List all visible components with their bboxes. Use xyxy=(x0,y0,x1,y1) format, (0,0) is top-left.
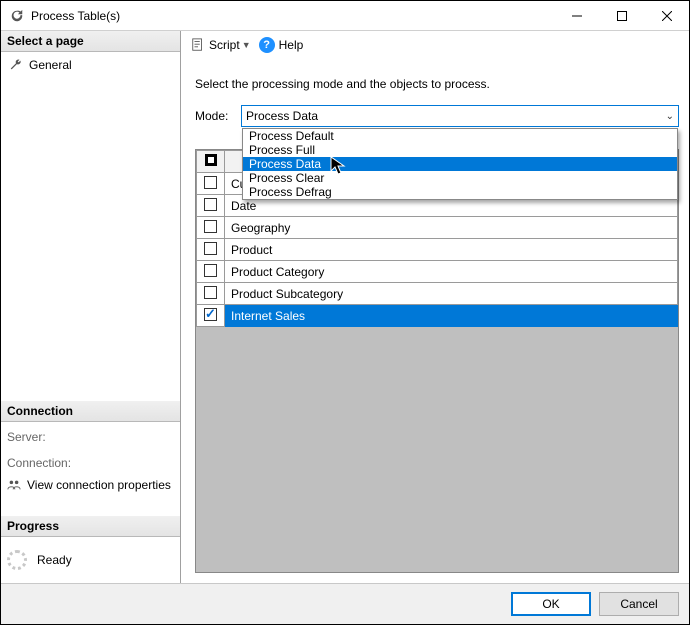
mode-label: Mode: xyxy=(195,109,233,123)
table-row[interactable]: Product Category xyxy=(197,261,678,283)
mode-option[interactable]: Process Defrag xyxy=(243,185,677,199)
row-checkbox-cell[interactable] xyxy=(197,305,225,327)
row-checkbox-cell[interactable] xyxy=(197,283,225,305)
row-label: Product xyxy=(225,239,678,261)
tables-grid-container: CustomerDateGeographyProductProduct Cate… xyxy=(195,149,679,573)
cancel-label: Cancel xyxy=(620,597,657,611)
ok-label: OK xyxy=(542,597,559,611)
progress-status: Ready xyxy=(37,553,72,567)
header-checkbox-cell[interactable] xyxy=(197,151,225,173)
dialog-window: Process Table(s) Select a page General xyxy=(0,0,690,625)
table-row[interactable]: Product xyxy=(197,239,678,261)
checkbox-icon xyxy=(204,242,217,255)
mode-option[interactable]: Process Default xyxy=(243,129,677,143)
connection-label: Connection: xyxy=(7,452,174,478)
dialog-body: Select a page General Connection Server:… xyxy=(1,31,689,583)
script-label: Script xyxy=(209,38,240,52)
progress-header: Progress xyxy=(1,516,180,537)
view-connection-properties-label: View connection properties xyxy=(27,478,171,492)
sidebar-item-general[interactable]: General xyxy=(7,56,174,74)
mode-combobox[interactable]: Process Data ⌄ Process DefaultProcess Fu… xyxy=(241,105,679,127)
row-checkbox-cell[interactable] xyxy=(197,217,225,239)
mode-dropdown: Process DefaultProcess FullProcess DataP… xyxy=(242,128,678,200)
page-list: General xyxy=(1,52,180,78)
sidebar-item-label: General xyxy=(29,58,72,72)
content-area: Select the processing mode and the objec… xyxy=(181,59,689,583)
view-connection-properties-link[interactable]: View connection properties xyxy=(7,478,174,492)
mode-option[interactable]: Process Clear xyxy=(243,171,677,185)
help-label: Help xyxy=(279,38,304,52)
checkbox-icon xyxy=(204,264,217,277)
help-icon: ? xyxy=(259,37,275,53)
mode-row: Mode: Process Data ⌄ Process DefaultProc… xyxy=(195,105,679,127)
row-checkbox-cell[interactable] xyxy=(197,261,225,283)
ok-button[interactable]: OK xyxy=(511,592,591,616)
window-title: Process Table(s) xyxy=(31,9,554,23)
title-bar: Process Table(s) xyxy=(1,1,689,31)
row-label: Geography xyxy=(225,217,678,239)
row-checkbox-cell[interactable] xyxy=(197,195,225,217)
checkbox-icon xyxy=(204,220,217,233)
connection-section: Server: Connection: View connection prop… xyxy=(1,422,180,496)
tristate-checkbox-icon xyxy=(205,154,217,166)
connection-header: Connection xyxy=(1,401,180,422)
people-icon xyxy=(7,478,21,492)
instruction-text: Select the processing mode and the objec… xyxy=(195,59,679,105)
dialog-footer: OK Cancel xyxy=(1,583,689,624)
table-row[interactable]: Internet Sales xyxy=(197,305,678,327)
row-label: Internet Sales xyxy=(225,305,678,327)
checkbox-icon xyxy=(204,308,217,321)
cancel-button[interactable]: Cancel xyxy=(599,592,679,616)
refresh-icon xyxy=(9,8,25,24)
chevron-down-icon: ⌄ xyxy=(666,111,674,122)
help-button[interactable]: ? Help xyxy=(259,37,304,53)
maximize-button[interactable] xyxy=(599,1,644,31)
mode-option[interactable]: Process Data xyxy=(243,157,677,171)
mode-value: Process Data xyxy=(246,109,666,123)
wrench-icon xyxy=(9,58,23,72)
minimize-button[interactable] xyxy=(554,1,599,31)
progress-section: Ready xyxy=(1,537,180,583)
checkbox-icon xyxy=(204,286,217,299)
server-label: Server: xyxy=(7,426,174,452)
checkbox-icon xyxy=(204,176,217,189)
row-checkbox-cell[interactable] xyxy=(197,173,225,195)
chevron-down-icon[interactable]: ▼ xyxy=(242,40,251,50)
toolbar: Script ▼ ? Help xyxy=(181,31,689,59)
select-page-header: Select a page xyxy=(1,31,180,52)
close-button[interactable] xyxy=(644,1,689,31)
table-row[interactable]: Geography xyxy=(197,217,678,239)
row-checkbox-cell[interactable] xyxy=(197,239,225,261)
sidebar: Select a page General Connection Server:… xyxy=(1,31,181,583)
row-label: Product Subcategory xyxy=(225,283,678,305)
script-button[interactable]: Script ▼ xyxy=(191,38,251,52)
script-icon xyxy=(191,38,205,52)
main-panel: Script ▼ ? Help Select the processing mo… xyxy=(181,31,689,583)
table-row[interactable]: Product Subcategory xyxy=(197,283,678,305)
mode-option[interactable]: Process Full xyxy=(243,143,677,157)
row-label: Product Category xyxy=(225,261,678,283)
spinner-icon xyxy=(7,550,27,570)
checkbox-icon xyxy=(204,198,217,211)
